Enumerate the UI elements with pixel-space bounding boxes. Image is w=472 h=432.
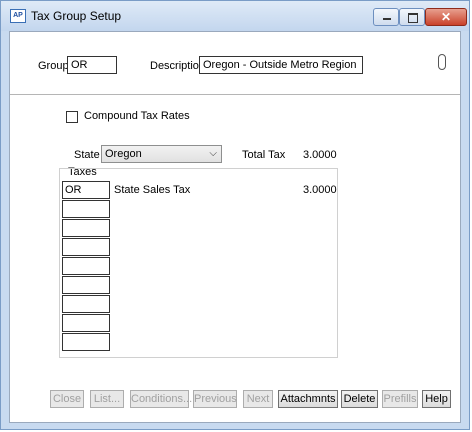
state-select-value: Oregon	[105, 148, 142, 160]
description-field[interactable]: Oregon - Outside Metro Region	[199, 56, 363, 74]
compound-tax-rates-label: Compound Tax Rates	[84, 110, 190, 122]
paperclip-icon[interactable]	[438, 54, 446, 70]
tax-group-setup-window: AP Tax Group Setup ✕ Group OR Descriptio…	[0, 0, 470, 430]
next-button[interactable]: Next	[243, 390, 273, 408]
minimize-icon	[383, 18, 391, 20]
close-window-button[interactable]: ✕	[425, 8, 467, 26]
app-icon: AP	[10, 9, 26, 23]
close-icon: ✕	[440, 10, 452, 24]
tax-code-cell[interactable]	[62, 257, 110, 275]
group-field[interactable]: OR	[67, 56, 117, 74]
window-title: Tax Group Setup	[31, 9, 122, 23]
prefills-button[interactable]: Prefills	[382, 390, 418, 408]
maximize-button[interactable]	[399, 8, 425, 26]
tax-code-cell[interactable]	[62, 314, 110, 332]
description-label: Description	[150, 60, 206, 72]
help-button[interactable]: Help	[422, 390, 451, 408]
close-button[interactable]: Close	[50, 390, 84, 408]
total-tax-value: 3.0000	[303, 149, 337, 161]
group-label: Group	[38, 60, 69, 72]
tax-code-cell[interactable]	[62, 295, 110, 313]
tax-code-cell[interactable]	[62, 200, 110, 218]
minimize-button[interactable]	[373, 8, 399, 26]
total-tax-label: Total Tax	[242, 149, 286, 161]
list-button[interactable]: List...	[90, 390, 124, 408]
tax-code-cell[interactable]: OR	[62, 181, 110, 199]
tax-code-cell[interactable]	[62, 276, 110, 294]
previous-button[interactable]: Previous	[193, 390, 237, 408]
chevron-down-icon: ⌵	[209, 148, 217, 159]
maximize-icon	[408, 13, 418, 23]
attachments-button[interactable]: Attachmnts	[278, 390, 338, 408]
state-label: State	[74, 149, 100, 161]
header-separator	[10, 94, 460, 95]
compound-tax-rates-checkbox[interactable]	[66, 111, 78, 123]
conditions-button[interactable]: Conditions...	[130, 390, 192, 408]
delete-button[interactable]: Delete	[341, 390, 378, 408]
state-select[interactable]: Oregon ⌵	[101, 145, 222, 163]
tax-code-cell[interactable]	[62, 238, 110, 256]
tax-code-cell[interactable]	[62, 219, 110, 237]
title-bar[interactable]: AP Tax Group Setup ✕	[1, 1, 469, 31]
form-body: Group OR Description Oregon - Outside Me…	[9, 31, 461, 423]
tax-description: State Sales Tax	[114, 184, 191, 196]
tax-rate: 3.0000	[303, 184, 337, 196]
tax-code-cell[interactable]	[62, 333, 110, 351]
